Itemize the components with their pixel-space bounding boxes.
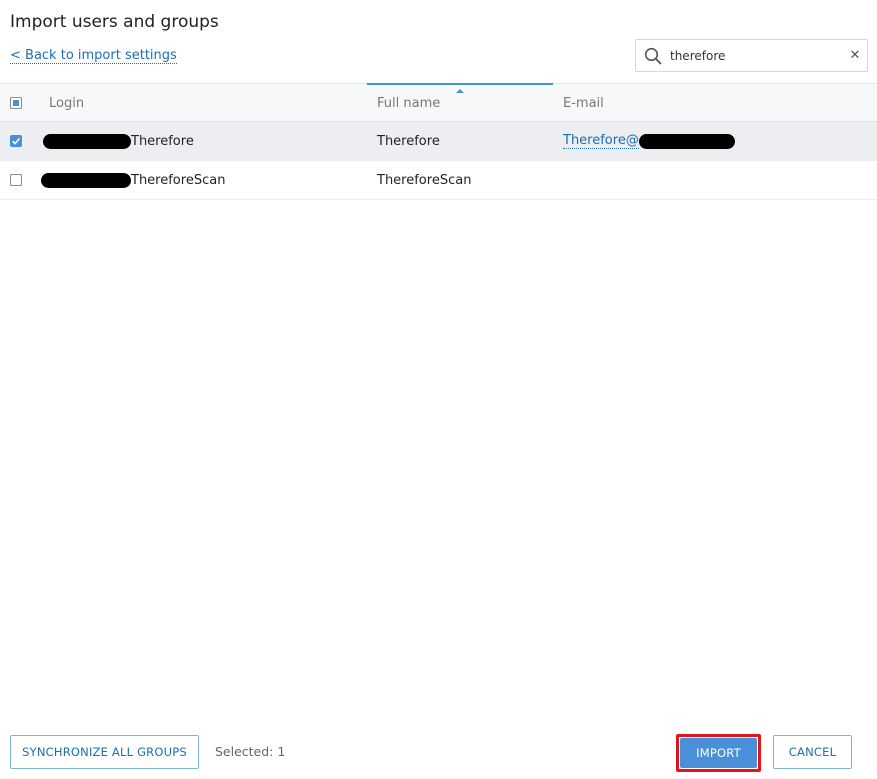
full-name-cell: ThereforeScan	[377, 172, 472, 188]
table-row[interactable]: ThereforeScan ThereforeScan	[0, 161, 877, 200]
search-icon	[638, 40, 668, 71]
check-icon	[11, 137, 21, 145]
redacted-block	[43, 133, 131, 149]
select-all-checkbox[interactable]	[10, 97, 22, 109]
row-checkbox[interactable]	[10, 174, 22, 186]
users-table: Login Full name E-mail Therefore Therefo…	[0, 83, 877, 200]
login-cell: ThereforeScan	[41, 161, 225, 199]
column-header-full-name[interactable]: Full name	[367, 83, 553, 122]
import-users-page: Import users and groups < Back to import…	[0, 0, 877, 779]
email-link[interactable]: Therefore@	[563, 133, 639, 149]
select-all-cell	[9, 84, 23, 122]
table-row[interactable]: Therefore Therefore Therefore@	[0, 122, 877, 161]
login-suffix: Therefore	[131, 133, 194, 149]
row-check-cell	[9, 161, 23, 199]
column-header-full-name-label: Full name	[377, 96, 441, 111]
selected-count: Selected: 1	[215, 744, 286, 759]
sort-ascending-icon	[456, 89, 464, 93]
import-button[interactable]: IMPORT	[680, 738, 757, 768]
search-input[interactable]	[668, 41, 843, 70]
redacted-block	[638, 133, 735, 149]
login-cell: Therefore	[43, 122, 194, 160]
back-to-import-settings-link[interactable]: < Back to import settings	[10, 48, 177, 64]
cancel-button[interactable]: CANCEL	[773, 735, 852, 769]
column-header-email[interactable]: E-mail	[563, 84, 863, 122]
row-checkbox[interactable]	[10, 135, 22, 147]
row-check-cell	[9, 122, 23, 160]
synchronize-all-groups-button[interactable]: SYNCHRONIZE ALL GROUPS	[10, 735, 199, 769]
table-header: Login Full name E-mail	[0, 83, 877, 122]
page-title: Import users and groups	[10, 12, 219, 32]
redacted-block	[41, 172, 131, 188]
email-cell: Therefore@	[563, 122, 735, 160]
column-header-login[interactable]: Login	[49, 84, 367, 122]
login-suffix: ThereforeScan	[131, 172, 226, 188]
close-icon[interactable]: ✕	[843, 40, 867, 71]
full-name-cell: Therefore	[377, 133, 440, 149]
search-box[interactable]: ✕	[635, 39, 868, 72]
